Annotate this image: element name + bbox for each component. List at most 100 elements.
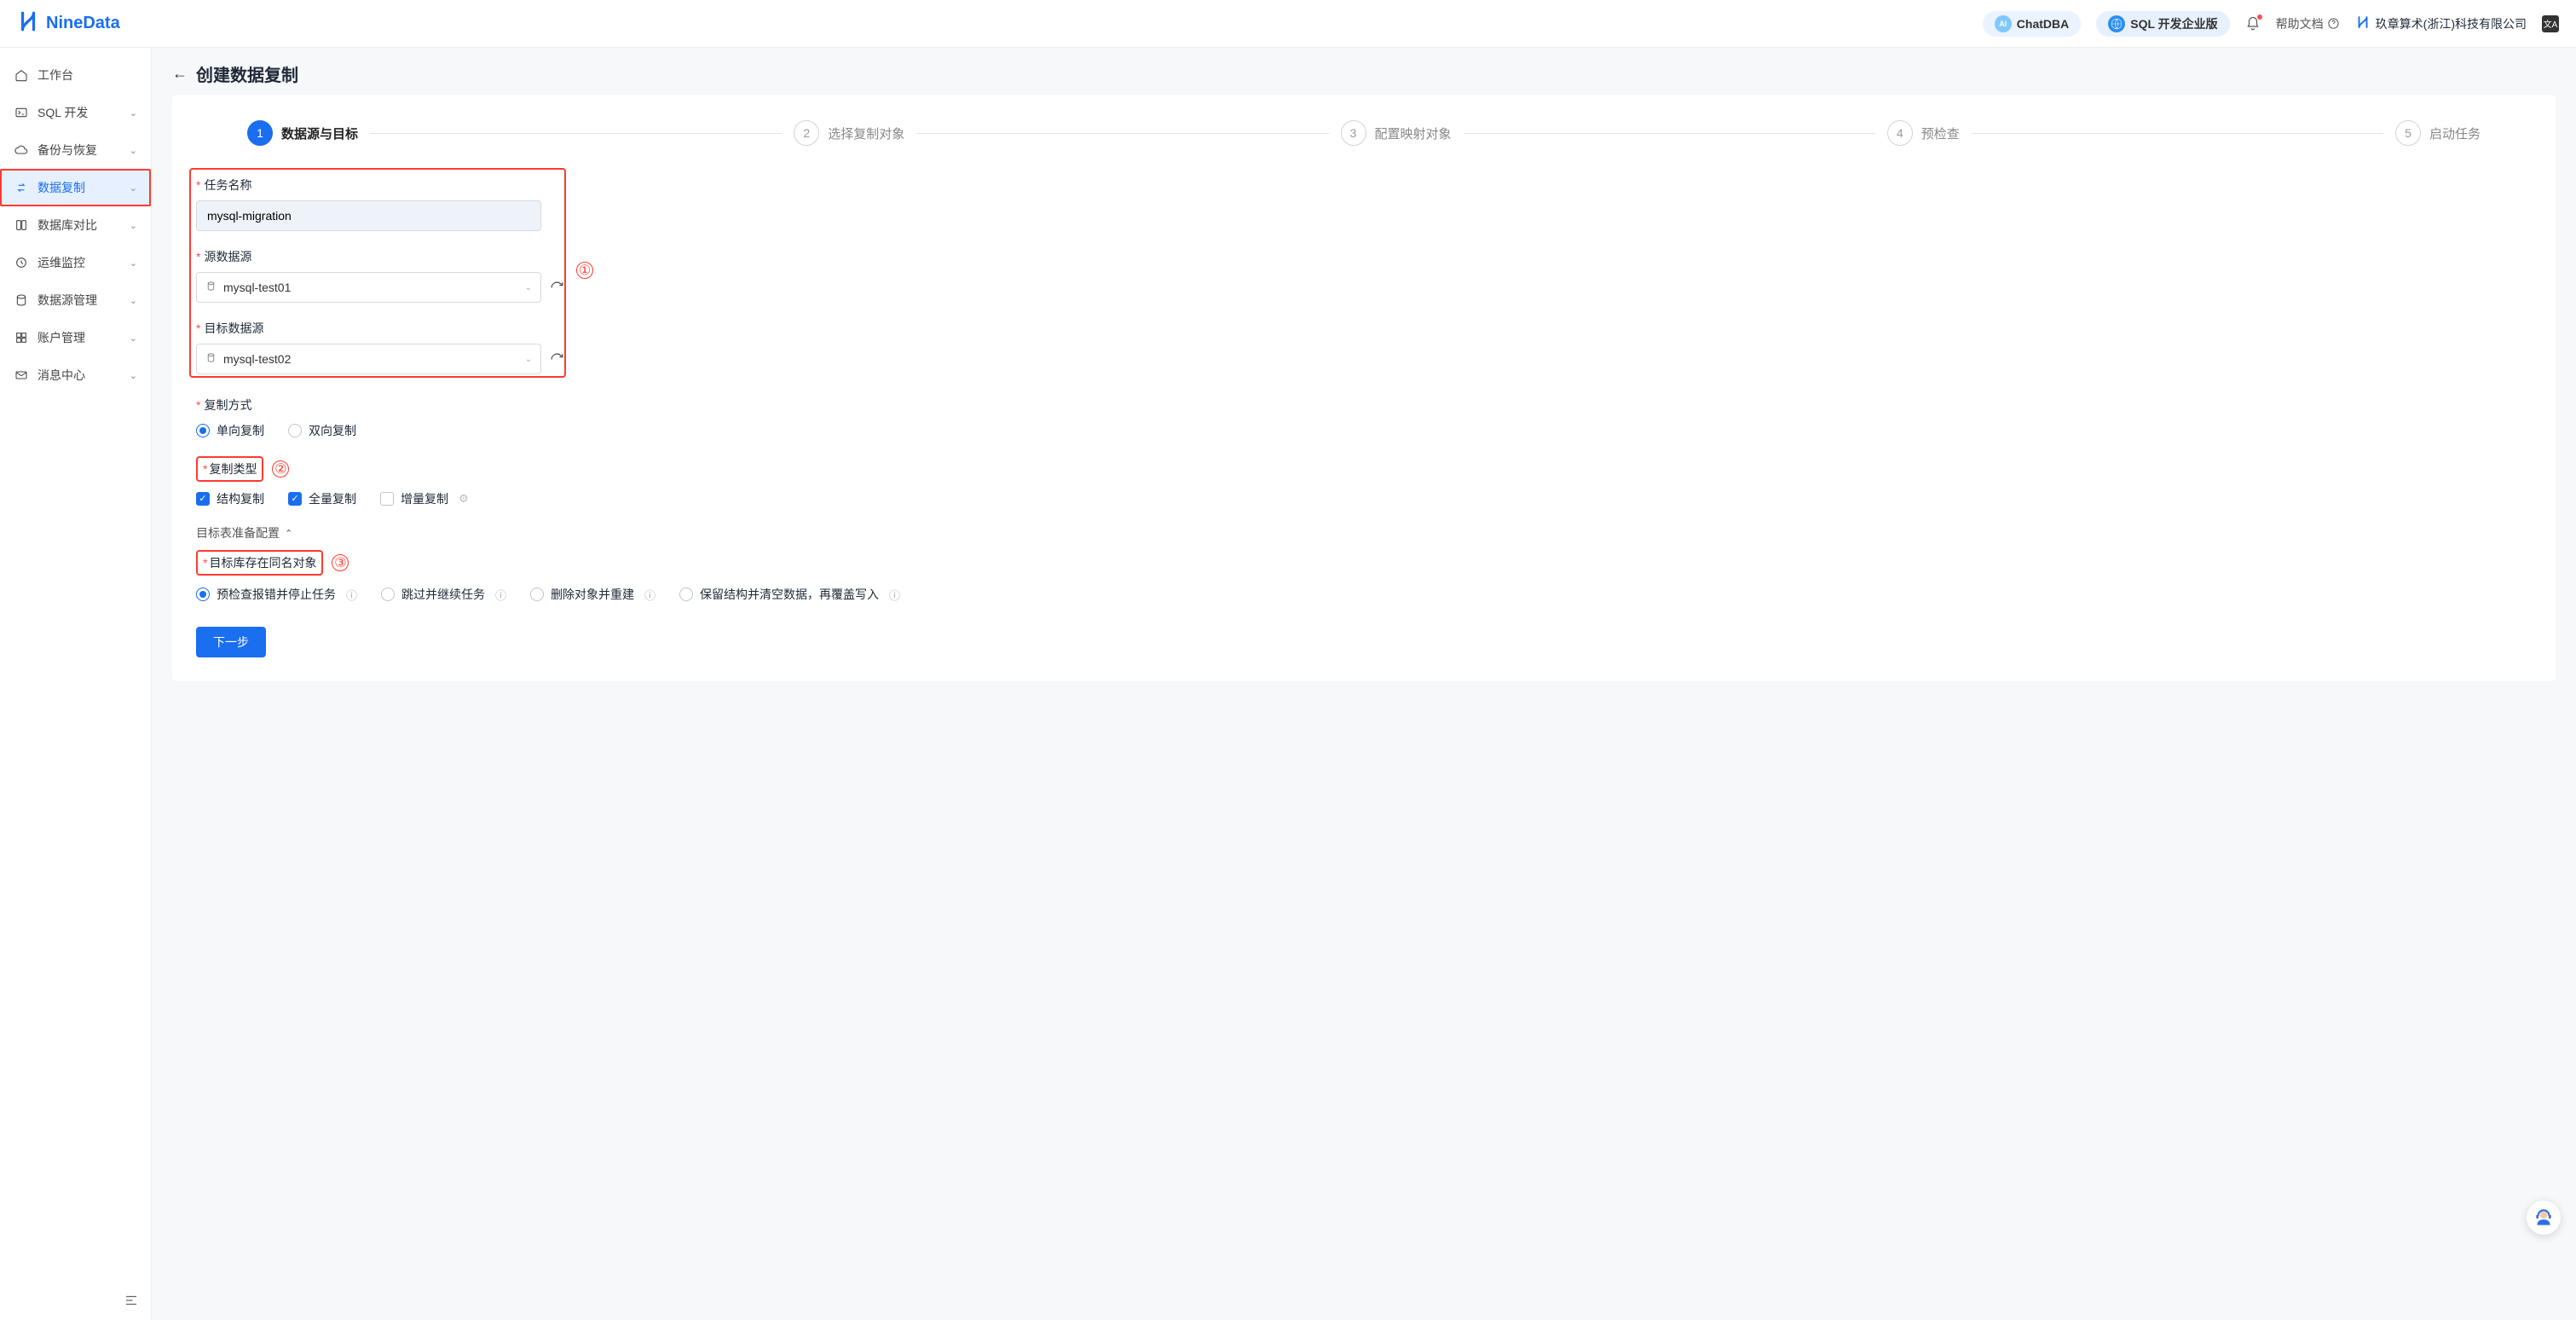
help-icon[interactable]: ⓘ [889,587,900,603]
sidebar-item-data-copy[interactable]: 数据复制 ⌄ [0,169,151,206]
copy-mode-label: *复制方式 [196,397,2532,414]
step-number: 1 [247,120,273,146]
same-name-skip-radio[interactable]: 跳过并继续任务 ⓘ [381,586,506,603]
sidebar-item-account[interactable]: 账户管理 ⌄ [0,319,151,356]
chatdba-label: ChatDBA [2017,17,2069,31]
sidebar-collapse-button[interactable] [0,1281,151,1320]
copy-mode-twoway-radio[interactable]: 双向复制 [288,422,356,439]
refresh-source-button[interactable] [550,281,564,295]
sidebar-item-workbench[interactable]: 工作台 [0,56,151,94]
radio-label: 预检查报错并停止任务 [217,586,336,603]
notifications-button[interactable] [2245,16,2261,32]
cloud-icon [14,143,29,157]
source-datasource-value: mysql-test01 [223,281,518,294]
radio-icon [288,424,302,437]
database-icon [14,293,29,307]
checkbox-icon [288,492,302,506]
support-float-button[interactable] [2527,1201,2561,1235]
step-1[interactable]: 1 数据源与目标 [247,120,358,146]
step-label: 启动任务 [2429,124,2481,142]
radio-icon [196,424,210,437]
checkbox-icon [380,492,394,506]
same-name-precheck-radio[interactable]: 预检查报错并停止任务 ⓘ [196,586,357,603]
sidebar-item-sql-dev[interactable]: SQL 开发 ⌄ [0,94,151,131]
task-name-label: *任务名称 [196,177,578,194]
sidebar-item-label: SQL 开发 [38,104,121,121]
target-datasource-select[interactable]: mysql-test02 ⌄ [196,344,541,374]
chevron-down-icon: ⌄ [130,333,137,344]
sql-enterprise-button[interactable]: SQL 开发企业版 [2096,11,2229,37]
next-step-button[interactable]: 下一步 [196,627,266,657]
step-label: 预检查 [1921,124,1960,142]
same-name-keep-radio[interactable]: 保留结构并清空数据，再覆盖写入 ⓘ [679,586,900,603]
database-mini-icon [205,281,217,294]
chevron-down-icon: ⌄ [130,182,137,194]
step-3[interactable]: 3 配置映射对象 [1341,120,1452,146]
help-icon[interactable]: ⓘ [495,587,506,603]
step-label: 数据源与目标 [281,124,358,142]
sidebar-item-db-compare[interactable]: 数据库对比 ⌄ [0,206,151,244]
step-5[interactable]: 5 启动任务 [2395,120,2481,146]
terminal-icon [14,106,29,119]
refresh-target-button[interactable] [550,352,564,367]
brand-name: NineData [46,14,120,33]
help-icon[interactable]: ⓘ [644,587,656,603]
monitor-icon [14,256,29,269]
step-4[interactable]: 4 预检查 [1887,120,1960,146]
chatdba-button[interactable]: AI ChatDBA [1983,11,2081,37]
brand-logo[interactable]: NineData [17,10,120,38]
gear-icon[interactable]: ⚙ [459,492,469,506]
step-divider [1464,133,1875,134]
checkbox-icon [196,492,210,506]
step-divider [1972,133,2383,134]
radio-icon [530,588,544,601]
target-datasource-value: mysql-test02 [223,352,518,366]
notification-dot-icon [2257,14,2262,20]
annotation-box-3: *目标库存在同名对象 [196,550,323,576]
help-icon[interactable]: ⓘ [346,587,357,603]
task-name-input[interactable] [196,200,541,231]
grid-icon [14,331,29,344]
target-prep-label: 目标表准备配置 [196,524,280,541]
step-2[interactable]: 2 选择复制对象 [794,120,904,146]
source-datasource-select[interactable]: mysql-test01 ⌄ [196,272,541,303]
refresh-icon [550,281,564,295]
page-title: 创建数据复制 [196,61,298,86]
radio-icon [196,588,210,601]
chevron-up-icon: ⌃ [285,528,292,539]
chevron-down-icon: ⌄ [130,258,137,269]
chevron-down-icon: ⌄ [130,145,137,156]
brand-logo-icon [17,10,39,38]
company-selector[interactable]: 玖章算术(浙江)科技有限公司 [2355,14,2527,32]
sidebar-item-datasource[interactable]: 数据源管理 ⌄ [0,281,151,319]
copy-type-full-checkbox[interactable]: 全量复制 [288,490,356,507]
radio-label: 保留结构并清空数据，再覆盖写入 [700,586,879,603]
chevron-down-icon: ⌄ [130,107,137,119]
sidebar-item-ops-monitor[interactable]: 运维监控 ⌄ [0,244,151,281]
radio-icon [679,588,693,601]
ai-icon: AI [1995,15,2012,32]
same-name-drop-radio[interactable]: 删除对象并重建 ⓘ [530,586,656,603]
checkbox-label: 结构复制 [217,490,264,507]
home-icon [14,68,29,82]
annotation-1: ① [576,262,593,279]
help-doc-label: 帮助文档 [2276,15,2324,32]
copy-mode-oneway-radio[interactable]: 单向复制 [196,422,264,439]
sidebar-item-label: 数据源管理 [38,292,121,309]
radio-label: 跳过并继续任务 [401,586,485,603]
collapse-icon [124,1293,139,1308]
sidebar-item-label: 数据复制 [38,179,121,196]
copy-type-incr-checkbox[interactable]: 增量复制 ⚙ [380,490,469,507]
help-doc-link[interactable]: 帮助文档 [2276,15,2340,32]
wizard-steps: 1 数据源与目标 2 选择复制对象 3 配置映射对象 4 预检查 [196,115,2532,146]
step-number: 4 [1887,120,1913,146]
sidebar-item-backup[interactable]: 备份与恢复 ⌄ [0,131,151,169]
mail-icon [14,368,29,382]
same-name-label: 目标库存在同名对象 [209,554,316,571]
copy-type-struct-checkbox[interactable]: 结构复制 [196,490,264,507]
back-button[interactable]: ← [172,65,188,83]
target-prep-toggle[interactable]: 目标表准备配置 ⌃ [196,524,2532,541]
language-switch-button[interactable]: 文A [2542,15,2559,32]
sidebar-item-messages[interactable]: 消息中心 ⌄ [0,356,151,394]
compare-icon [14,218,29,232]
